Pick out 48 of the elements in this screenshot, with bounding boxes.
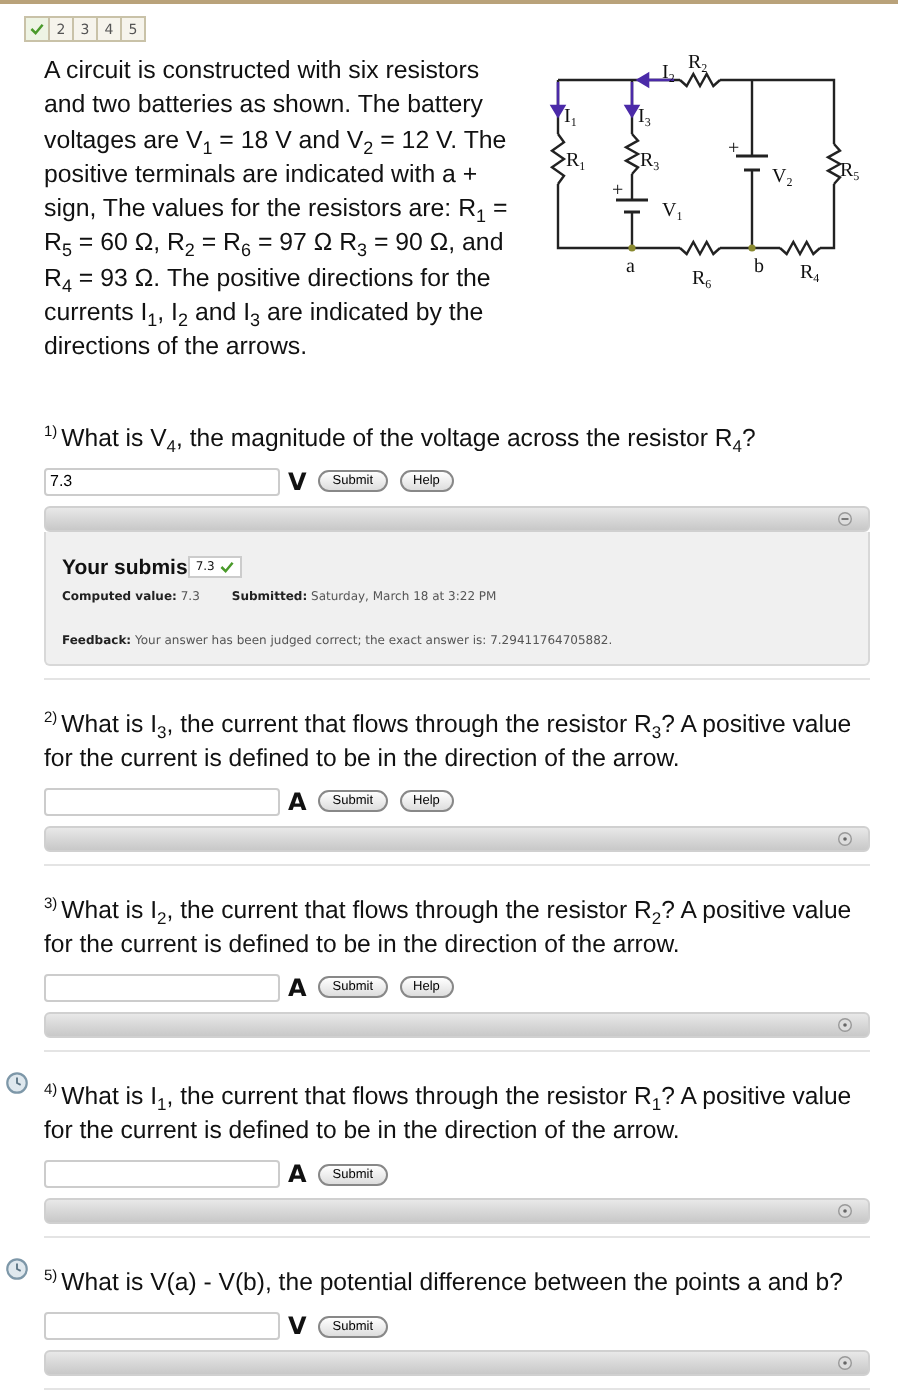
unit-label: A	[288, 787, 307, 816]
answer-field[interactable]	[44, 973, 280, 1002]
submission-title: Your submis	[62, 555, 188, 580]
circuit-label: b	[754, 256, 764, 278]
check-icon	[30, 22, 44, 36]
question-text: $^{2)}$ What is I$_{3}$, the current that flows through the resistor R$_{3}$? A positive value for the current is defined to be in the direction of the arrow.	[44, 705, 854, 776]
circuit-label: +	[728, 138, 740, 160]
answer-field[interactable]	[44, 787, 280, 816]
feedback-bar[interactable]	[44, 505, 870, 532]
unit-label: V	[288, 1312, 307, 1341]
question-text: $^{1)}$ What is V$_{4}$, the magnitude of the voltage across the resistor R$_{4}$?	[44, 419, 758, 456]
circuit-label: R$_{2}$	[688, 54, 708, 76]
circuit-label: R$_{3}$	[640, 150, 660, 174]
circuit-label: V$_{2}$	[772, 166, 793, 190]
expand-icon[interactable]	[838, 1017, 852, 1032]
unit-label: V	[288, 467, 307, 496]
circuit-label: I$_{2}$	[662, 62, 675, 86]
circuit-label: I$_{1}$	[564, 106, 577, 130]
feedback-bar[interactable]	[44, 1350, 870, 1377]
expand-icon[interactable]	[838, 831, 852, 846]
circuit-label: R$_{5}$	[840, 160, 860, 184]
circuit-label: V$_{1}$	[662, 200, 683, 224]
expand-icon[interactable]	[838, 1356, 852, 1371]
expand-icon[interactable]	[838, 1204, 852, 1219]
node-dot	[748, 244, 756, 252]
answer-field[interactable]	[44, 1312, 280, 1341]
unit-label: A	[288, 973, 307, 1002]
feedback-bar[interactable]	[44, 1198, 870, 1225]
collapse-icon[interactable]	[838, 511, 852, 526]
current-arrow	[549, 82, 567, 119]
circuit-label: I$_{3}$	[638, 106, 651, 130]
feedback-bar[interactable]	[44, 825, 870, 852]
node-dot	[628, 244, 636, 252]
circuit-label: R$_{4}$	[800, 262, 820, 286]
circuit-label: R$_{1}$	[566, 150, 586, 174]
question-text: $^{5)}$ What is V(a) - V(b), the potential difference between the points a and b?	[44, 1264, 845, 1301]
circuit-label: a	[626, 256, 635, 278]
feedback-bar[interactable]	[44, 1011, 870, 1038]
circuit-label: R$_{6}$	[692, 268, 712, 292]
unit-label: A	[288, 1160, 307, 1189]
check-icon	[220, 560, 235, 575]
problem-text: A circuit is constructed with six resistors and two batteries as shown. The battery voltages are V$_{1}$ = 18 V and V$_{2}$ = 12 V. The positive terminals are indicated with a + sign, The values for the resistors are: R$_{1}$ = R$_{5}$ = 60 Ω, R$_{2}$ = R$_{6}$ = 97 Ω R$_{3}$ = 90 Ω, and R$_{4}$ = 93 Ω. The positive directions for the currents I$_{1}$, I$_{2}$ and I$_{3}$ are indicated by the directions of the arrows.	[44, 54, 510, 365]
answer-field[interactable]: 7.3	[44, 467, 280, 496]
progress-step[interactable]	[26, 18, 50, 40]
question-text: $^{3)}$ What is I$_{2}$, the current that flows through the resistor R$_{2}$? A positive value for the current is defined to be in the direction of the arrow.	[44, 891, 854, 962]
answer-field[interactable]	[44, 1160, 280, 1189]
circuit-label: +	[612, 180, 624, 202]
question-text: $^{4)}$ What is I$_{1}$, the current that flows through the resistor R$_{1}$? A positive value for the current is defined to be in the direction of the arrow.	[44, 1077, 854, 1149]
